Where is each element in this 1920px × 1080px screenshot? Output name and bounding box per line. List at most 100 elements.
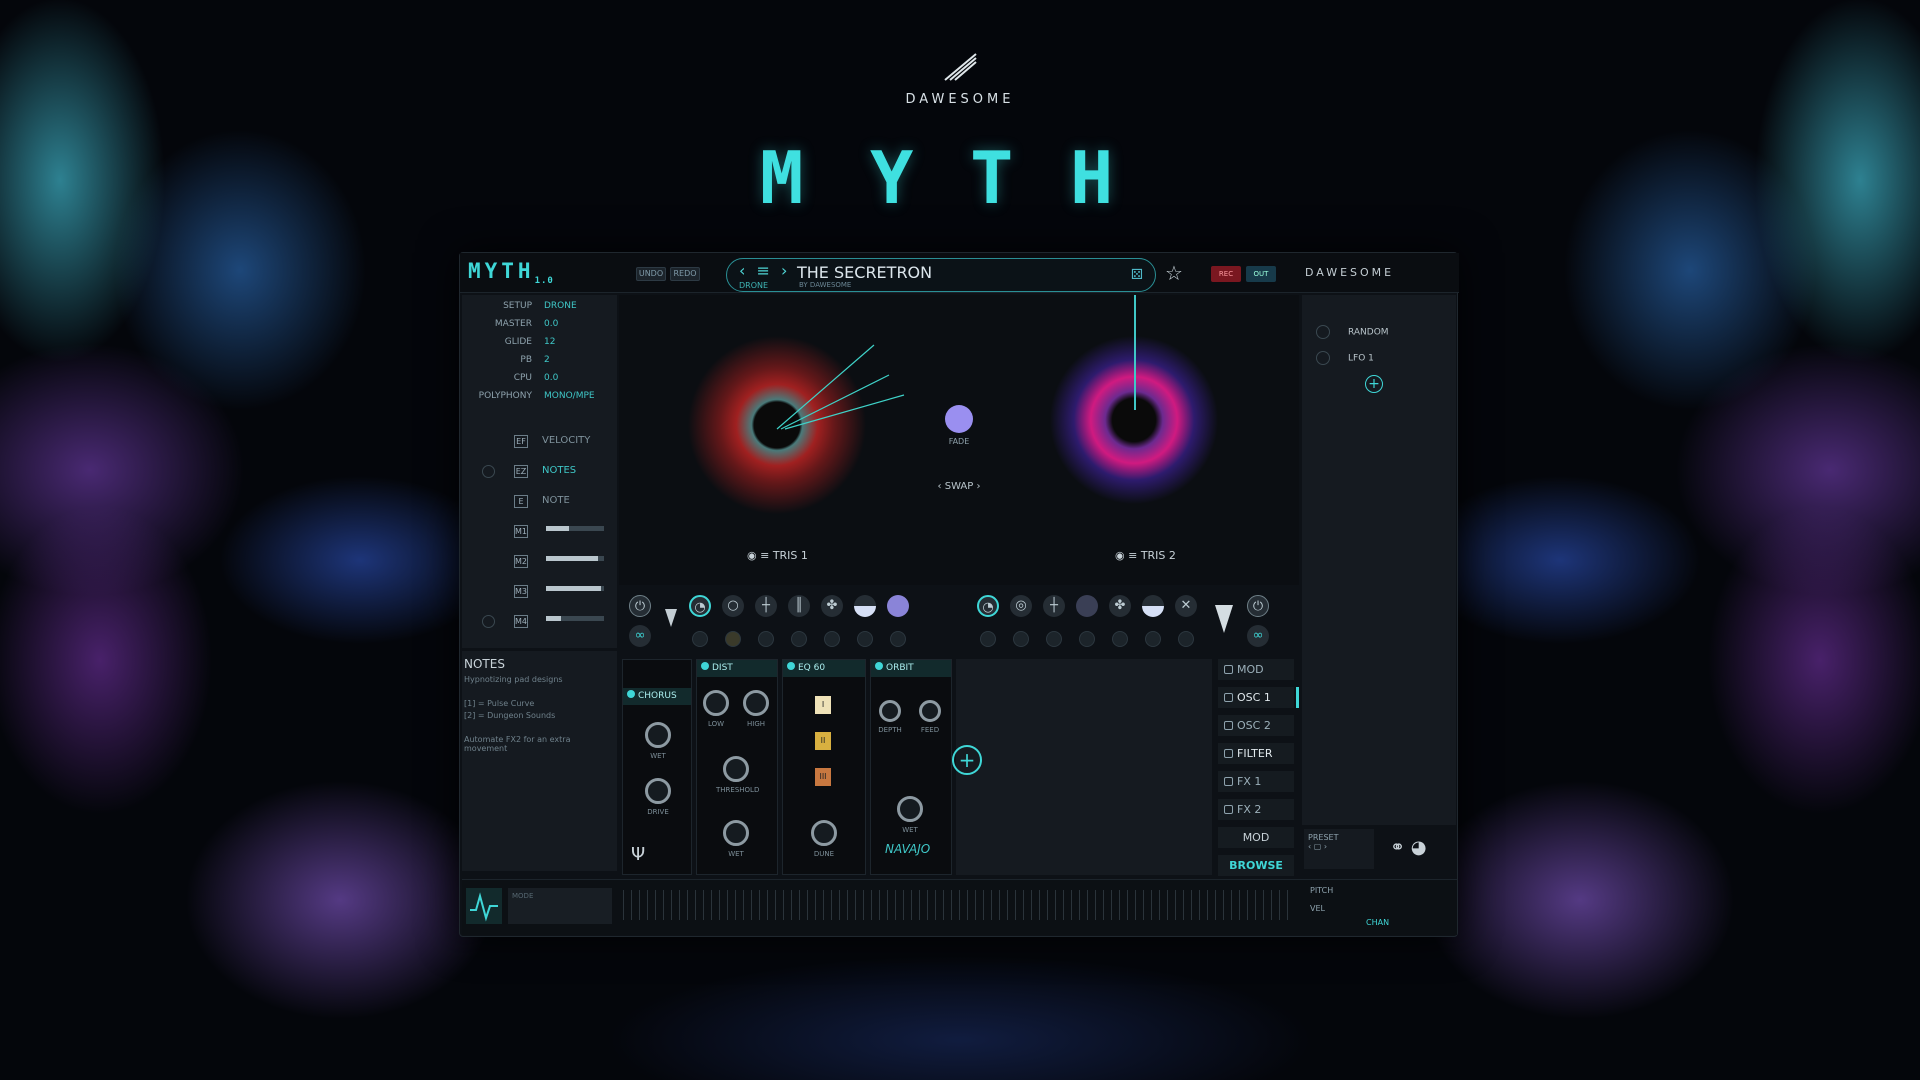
half-circle-icon[interactable] xyxy=(1142,595,1164,617)
macro-bar[interactable] xyxy=(546,586,604,591)
dist-knob[interactable] xyxy=(723,820,749,846)
side-tab-fx2[interactable]: FX 2 xyxy=(1218,799,1294,820)
link-icon[interactable]: ∞ xyxy=(629,625,651,647)
mod-dot[interactable] xyxy=(824,631,840,647)
orbit-knob[interactable] xyxy=(897,796,923,822)
redo-button[interactable]: REDO xyxy=(670,267,700,281)
orbit-module[interactable]: ORBIT DEPTH FEED WET NAVAJO xyxy=(870,659,952,875)
dist-knob[interactable] xyxy=(743,690,769,716)
slot-toggle[interactable] xyxy=(482,615,495,628)
sphere-icon[interactable] xyxy=(887,595,909,617)
tris2-knob-2[interactable]: ◎ xyxy=(1010,595,1032,617)
mod-source-row[interactable]: LFO 1 xyxy=(1316,351,1374,367)
mod-slot-icon[interactable]: EF xyxy=(514,435,528,448)
orbit-preset[interactable]: NAVAJO xyxy=(885,842,930,856)
mod-button[interactable]: MOD xyxy=(1218,827,1294,848)
randomize-icon[interactable]: ⚄ xyxy=(1131,267,1143,283)
mod-dot[interactable] xyxy=(980,631,996,647)
chorus-knob[interactable] xyxy=(645,722,671,748)
macro-icon[interactable]: M1 xyxy=(514,525,528,538)
crosshair-icon[interactable]: ┼ xyxy=(1043,595,1065,617)
macro-icon[interactable]: M4 xyxy=(514,615,528,628)
mode-box[interactable]: MODE xyxy=(508,888,612,924)
macro-icon[interactable]: M2 xyxy=(514,555,528,568)
tris1-header[interactable]: ◉ ≡ TRIS 1 xyxy=(747,549,808,562)
orbit-knob[interactable] xyxy=(919,700,941,722)
side-tab-fx1[interactable]: FX 1 xyxy=(1218,771,1294,792)
power-icon[interactable]: ⏻ xyxy=(629,595,651,617)
mod-slot-icon[interactable]: E xyxy=(514,495,528,508)
power-icon[interactable]: ⏻ xyxy=(1247,595,1269,617)
mod-dot[interactable] xyxy=(1145,631,1161,647)
tris1-level-icon[interactable] xyxy=(665,609,677,627)
tris1-knob-1[interactable]: ◔ xyxy=(689,595,711,617)
setup-value[interactable]: DRONE xyxy=(544,301,577,311)
eq-module[interactable]: EQ 60 I II III DUNE xyxy=(782,659,866,875)
tris2-level-icon[interactable] xyxy=(1215,605,1233,633)
waveform-icon[interactable] xyxy=(466,888,502,924)
side-tab-osc1[interactable]: OSC 1 xyxy=(1218,687,1294,708)
fan-icon[interactable]: ✤ xyxy=(1109,595,1131,617)
macro-bar[interactable] xyxy=(546,526,604,531)
mod-dot[interactable] xyxy=(1046,631,1062,647)
chorus-knob[interactable] xyxy=(645,778,671,804)
mod-dot[interactable] xyxy=(725,631,741,647)
mod-dot[interactable] xyxy=(692,631,708,647)
link-knobs-icon[interactable]: ⚭ ◕ xyxy=(1390,837,1427,858)
orbit-knob[interactable] xyxy=(879,700,901,722)
browse-button[interactable]: BROWSE xyxy=(1218,855,1294,876)
slot-toggle[interactable] xyxy=(482,465,495,478)
eq-knob[interactable] xyxy=(811,820,837,846)
undo-button[interactable]: UNDO xyxy=(636,267,666,281)
tris1-knob-2[interactable]: ○ xyxy=(722,595,744,617)
preset-nav-icon[interactable]: ‹ ≡ › xyxy=(739,261,790,280)
dist-knob[interactable] xyxy=(723,756,749,782)
mod-slot-icon[interactable]: EZ xyxy=(514,465,528,478)
param-value[interactable]: 2 xyxy=(544,355,550,365)
mod-dot[interactable] xyxy=(758,631,774,647)
eq-band-block[interactable]: III xyxy=(815,768,831,786)
mod-dot[interactable] xyxy=(1079,631,1095,647)
half-circle-icon[interactable] xyxy=(854,595,876,617)
tris2-knob-1[interactable]: ◔ xyxy=(977,595,999,617)
shape-icon[interactable] xyxy=(1076,595,1098,617)
macro-bar[interactable] xyxy=(546,556,604,561)
preset-selector[interactable]: ‹ ≡ › THE SECRETRON DRONE BY DAWESOME ⚄ xyxy=(726,258,1156,292)
preset-nav-box[interactable]: PRESET ‹ ▢ › xyxy=(1304,829,1374,869)
crosshair-icon[interactable]: ┼ xyxy=(755,595,777,617)
macro-icon[interactable]: M3 xyxy=(514,585,528,598)
mod-dot[interactable] xyxy=(1178,631,1194,647)
dist-knob[interactable] xyxy=(703,690,729,716)
param-value[interactable]: MONO/MPE xyxy=(544,391,595,401)
mod-dot[interactable] xyxy=(1112,631,1128,647)
side-tab-osc2[interactable]: OSC 2 xyxy=(1218,715,1294,736)
param-value[interactable]: 12 xyxy=(544,337,555,347)
tris2-header[interactable]: ◉ ≡ TRIS 2 xyxy=(1115,549,1176,562)
keyboard-strip[interactable] xyxy=(623,890,1293,920)
mod-dot[interactable] xyxy=(890,631,906,647)
eq-band-block[interactable]: II xyxy=(815,732,831,750)
link-icon[interactable]: ∞ xyxy=(1247,625,1269,647)
tuning-fork-icon[interactable]: Ψ xyxy=(631,844,645,865)
out-button[interactable]: OUT xyxy=(1246,266,1276,282)
eq-band-block[interactable]: I xyxy=(815,696,831,714)
side-tab-mod[interactable]: MOD xyxy=(1218,659,1294,680)
mod-dot[interactable] xyxy=(1013,631,1029,647)
fade-knob[interactable] xyxy=(945,405,973,433)
app-logo[interactable]: MYTH1.0 xyxy=(468,259,554,286)
rec-button[interactable]: REC xyxy=(1211,266,1241,282)
side-tab-filter[interactable]: FILTER xyxy=(1218,743,1294,764)
setup-label[interactable]: SETUP xyxy=(462,301,532,311)
chorus-module[interactable]: CHORUS WET DRIVE Ψ xyxy=(622,659,692,875)
fan-icon[interactable]: ✤ xyxy=(821,595,843,617)
mod-dot[interactable] xyxy=(857,631,873,647)
add-fx-icon[interactable]: + xyxy=(952,745,982,775)
favorite-star-icon[interactable]: ☆ xyxy=(1165,261,1183,285)
swap-control[interactable]: ‹ SWAP › xyxy=(919,481,999,492)
macro-bar[interactable] xyxy=(546,616,604,621)
bars-icon[interactable]: ║ xyxy=(788,595,810,617)
param-value[interactable]: 0.0 xyxy=(544,319,558,329)
mod-dot[interactable] xyxy=(791,631,807,647)
dist-module[interactable]: DIST LOW HIGH THRESHOLD WET xyxy=(696,659,778,875)
param-value[interactable]: 0.0 xyxy=(544,373,558,383)
